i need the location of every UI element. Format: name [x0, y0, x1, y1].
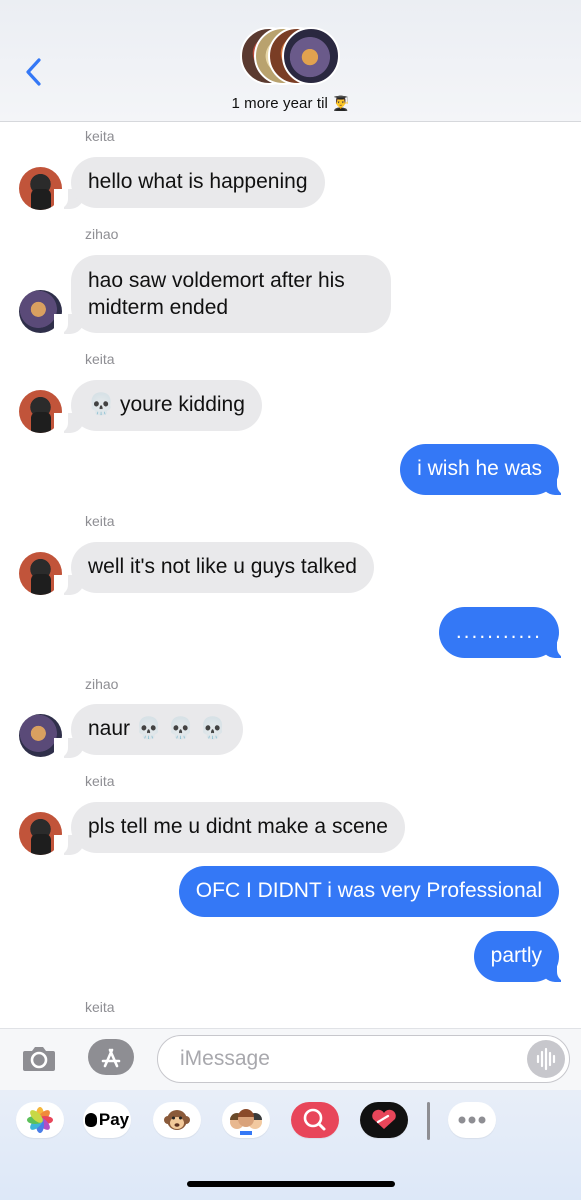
- message-bubble[interactable]: i wish he was: [400, 444, 559, 495]
- message-field[interactable]: [157, 1035, 570, 1083]
- message-bubble[interactable]: OFC I DIDNT i was very Professional: [178, 866, 559, 917]
- photos-icon: [27, 1107, 53, 1133]
- message-bubble[interactable]: hao saw voldemort after his midterm ende…: [71, 255, 391, 333]
- memoji-stickers-button[interactable]: [222, 1102, 270, 1138]
- sender-name: keita: [85, 513, 115, 529]
- message-bubble[interactable]: pls tell me u didnt make a scene: [71, 802, 405, 853]
- home-indicator[interactable]: [187, 1181, 395, 1187]
- sender-name: zihao: [85, 676, 119, 692]
- camera-icon: [23, 1047, 55, 1071]
- message-bubble[interactable]: well it's not like u guys talked: [71, 542, 374, 593]
- message-bubble[interactable]: partly: [473, 931, 559, 982]
- camera-button[interactable]: [20, 1039, 58, 1077]
- image-search-button[interactable]: [291, 1102, 339, 1138]
- apple-pay-label: Pay: [98, 1110, 130, 1129]
- sender-name: keita: [85, 128, 115, 144]
- apple-pay-button[interactable]: Pay: [83, 1102, 131, 1138]
- message-input[interactable]: [180, 1036, 520, 1081]
- waveform-icon: [536, 1047, 556, 1071]
- sender-name: keita: [85, 999, 115, 1015]
- sender-name: keita: [85, 773, 115, 789]
- apple-pay-icon: Pay: [84, 1110, 130, 1130]
- memoji-group-icon: [230, 1109, 262, 1135]
- chevron-left-icon: [26, 58, 41, 86]
- app-store-icon: [101, 1048, 121, 1068]
- student-emoji: 👨‍🎓: [332, 95, 350, 111]
- group-avatar-stack[interactable]: [240, 27, 342, 87]
- group-title-text: 1 more year til: [231, 95, 328, 112]
- message-bubble[interactable]: ...........: [438, 607, 559, 658]
- message-list[interactable]: keita hello what is happening zihao hao …: [0, 122, 581, 1028]
- compose-bar: [0, 1028, 581, 1090]
- image-search-icon: [291, 1102, 339, 1138]
- more-apps-button[interactable]: [448, 1102, 496, 1138]
- memoji-monkey-button[interactable]: [153, 1102, 201, 1138]
- more-icon: [458, 1116, 486, 1124]
- drawer-divider: [427, 1102, 430, 1140]
- memoji-monkey-icon: [164, 1110, 190, 1130]
- group-title[interactable]: 1 more year til 👨‍🎓: [0, 95, 581, 112]
- back-button[interactable]: [18, 52, 50, 92]
- sender-name: keita: [85, 351, 115, 367]
- message-bubble[interactable]: hello what is happening: [71, 157, 325, 208]
- message-bubble[interactable]: naur 💀 💀 💀: [71, 704, 243, 755]
- digital-touch-button[interactable]: [360, 1102, 408, 1138]
- sender-name: zihao: [85, 226, 119, 242]
- message-bubble[interactable]: 💀 youre kidding: [71, 380, 262, 431]
- app-store-button[interactable]: [88, 1039, 134, 1075]
- digital-touch-icon: [360, 1102, 408, 1138]
- voice-button[interactable]: [527, 1040, 565, 1078]
- group-avatar-4: [282, 27, 340, 85]
- photos-app-button[interactable]: [16, 1102, 64, 1138]
- conversation-header: 1 more year til 👨‍🎓: [0, 0, 581, 122]
- apple-logo-icon: [84, 1113, 97, 1127]
